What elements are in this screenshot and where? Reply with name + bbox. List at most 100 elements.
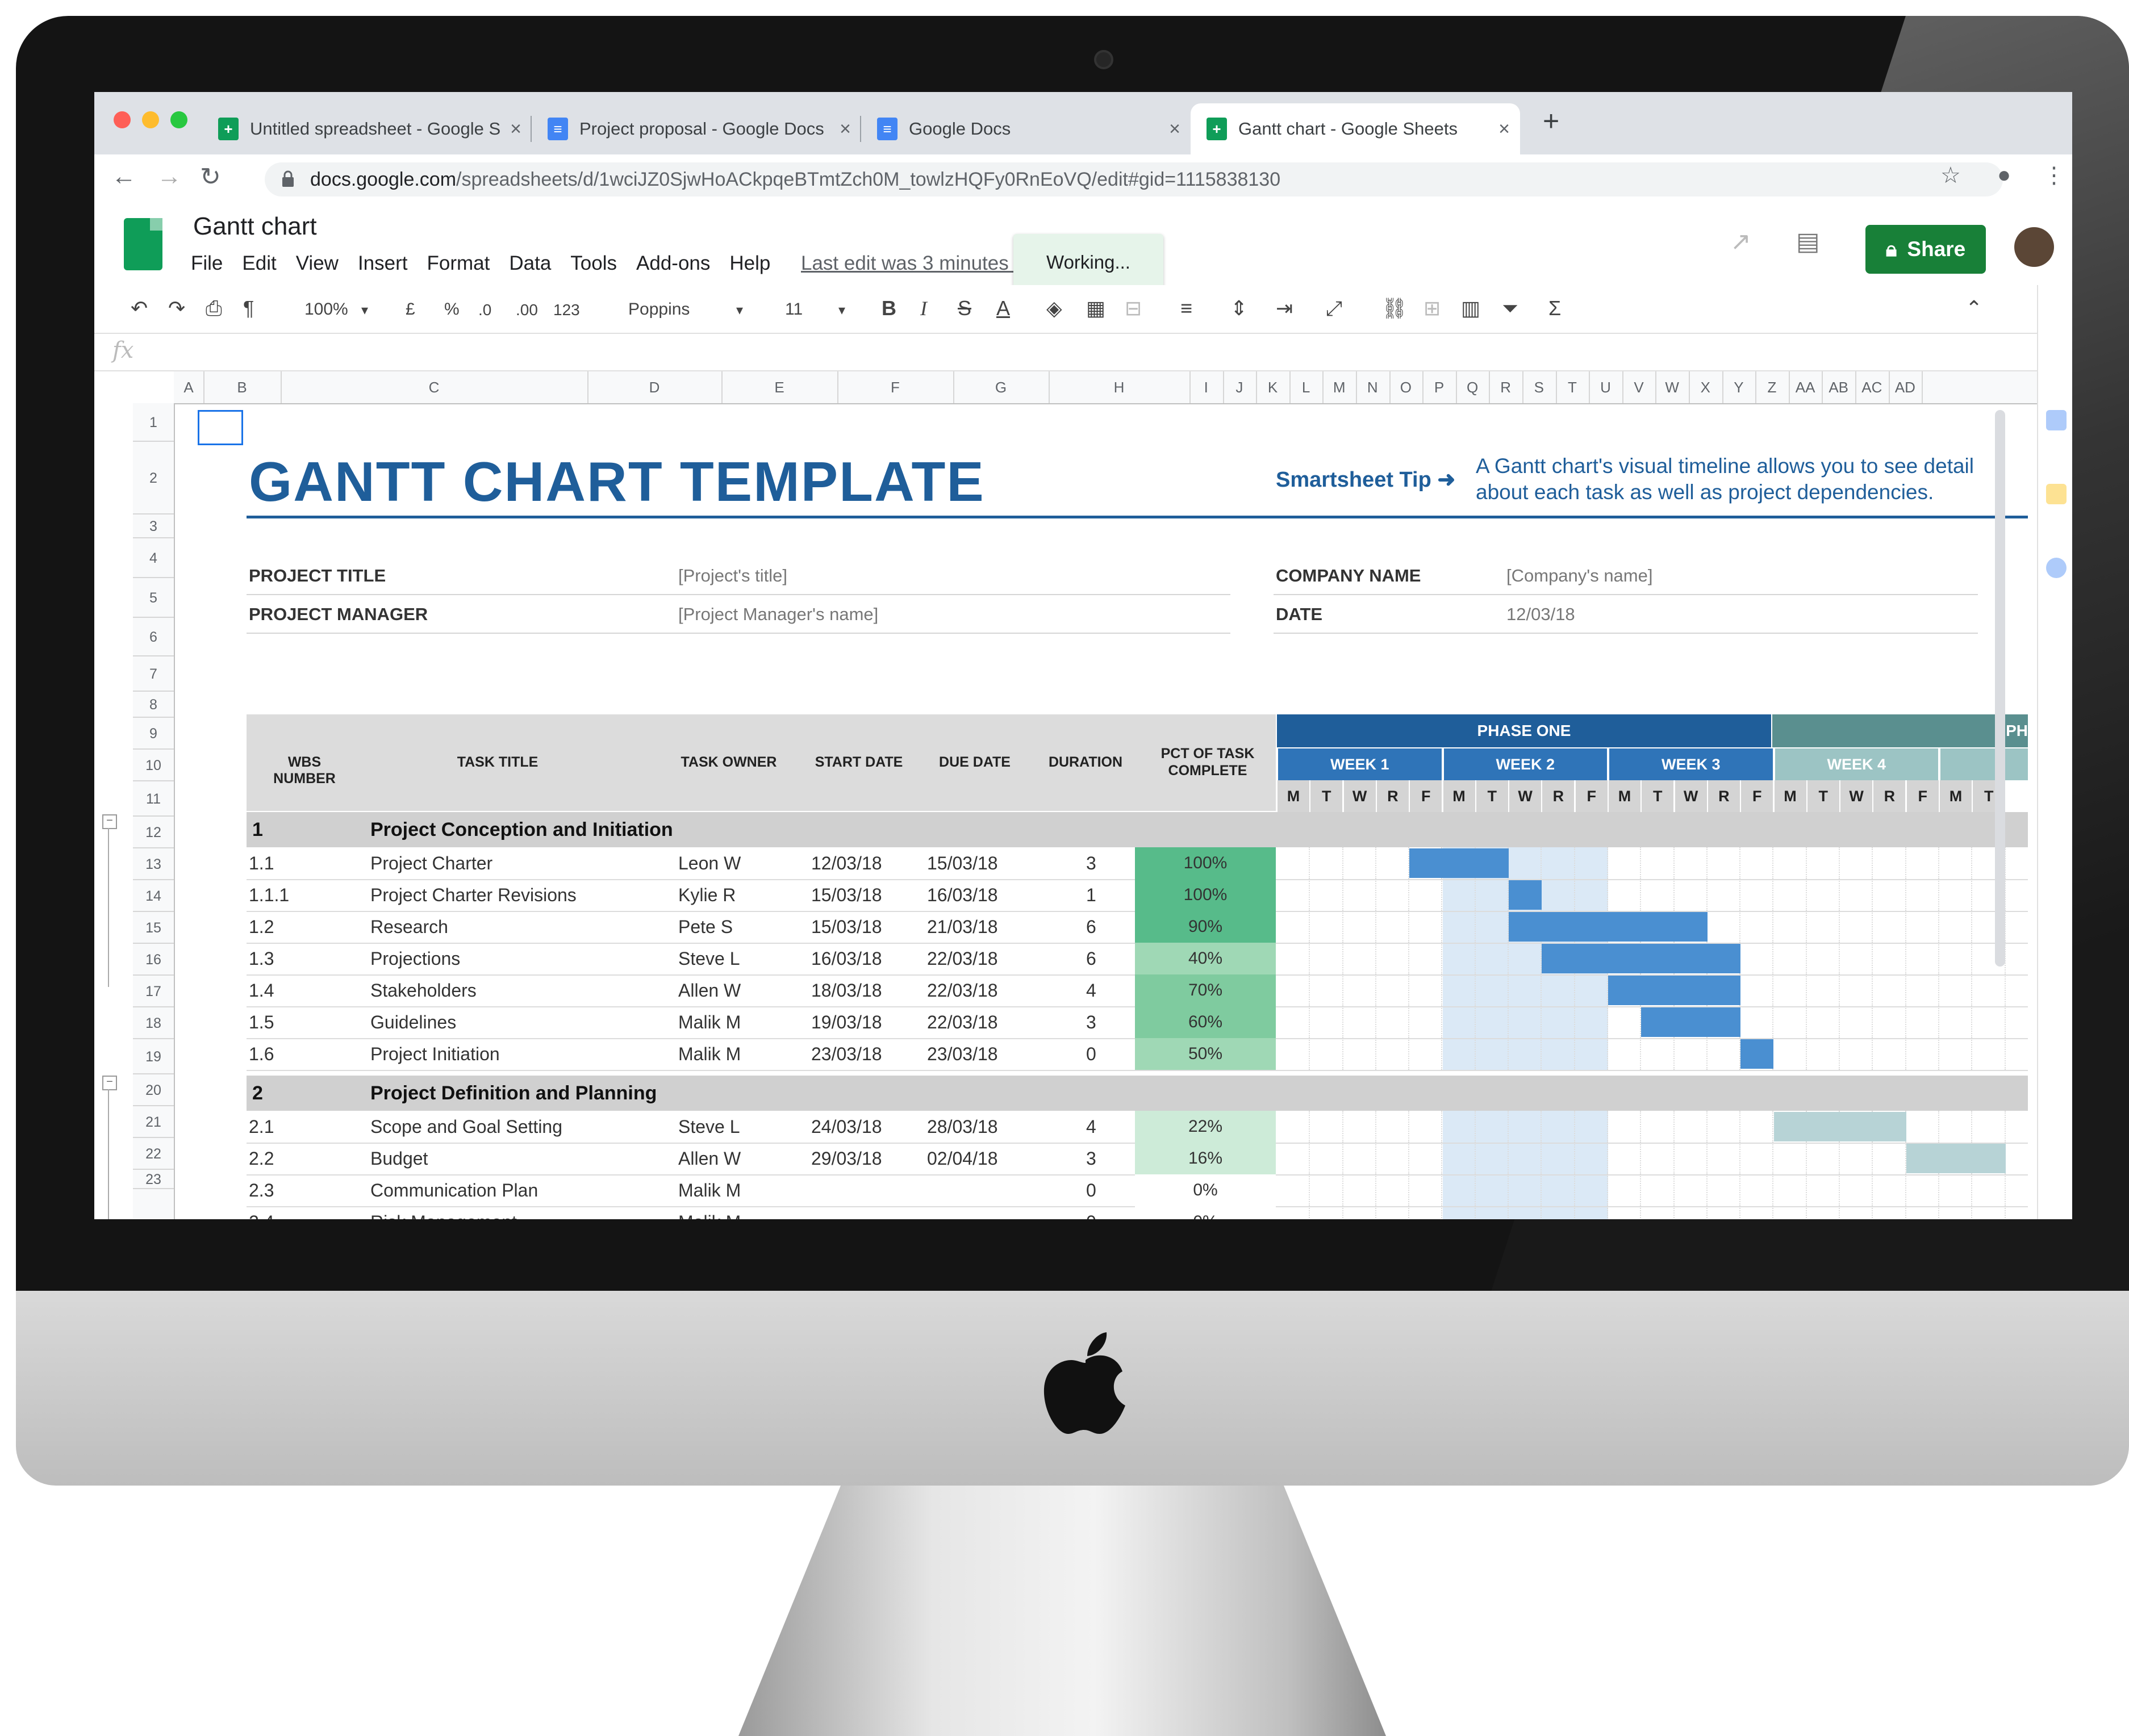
increase-decimal-button[interactable]: .00 bbox=[516, 301, 538, 319]
comments-icon[interactable]: ▤ bbox=[1796, 227, 1820, 256]
gantt-cell[interactable] bbox=[1641, 1206, 1675, 1219]
gantt-cell[interactable] bbox=[1376, 1206, 1410, 1219]
column-header[interactable]: P bbox=[1422, 371, 1457, 403]
due-date[interactable]: 02/04/18 bbox=[927, 1148, 998, 1169]
gantt-cell[interactable] bbox=[1277, 974, 1310, 1006]
gantt-cell[interactable] bbox=[1376, 1143, 1410, 1174]
row-header[interactable]: 19 bbox=[133, 1039, 174, 1074]
row-header[interactable]: 12 bbox=[133, 817, 174, 848]
duration[interactable]: 0 bbox=[1086, 1180, 1096, 1201]
menu-edit[interactable]: Edit bbox=[242, 252, 276, 275]
column-header[interactable]: W bbox=[1655, 371, 1690, 403]
section-number[interactable]: 1 bbox=[252, 819, 263, 841]
gantt-cell[interactable] bbox=[1310, 1206, 1343, 1219]
gantt-cell[interactable] bbox=[1740, 911, 1774, 943]
gantt-cell[interactable] bbox=[1575, 1111, 1608, 1143]
gantt-cell[interactable] bbox=[1708, 1206, 1741, 1219]
gantt-cell[interactable] bbox=[1509, 943, 1542, 974]
column-header[interactable]: AC bbox=[1855, 371, 1890, 403]
close-tab-icon[interactable]: × bbox=[840, 118, 851, 140]
gantt-cell[interactable] bbox=[1542, 1174, 1575, 1206]
gantt-cell[interactable] bbox=[1774, 974, 1807, 1006]
gantt-cell[interactable] bbox=[1608, 847, 1642, 879]
task-owner[interactable]: Malik M bbox=[678, 1212, 741, 1219]
gantt-cell[interactable] bbox=[1873, 1206, 1906, 1219]
paint-format-icon[interactable]: ¶ bbox=[243, 296, 254, 320]
gantt-cell[interactable] bbox=[1740, 1006, 1774, 1038]
gantt-cell[interactable] bbox=[1509, 1006, 1542, 1038]
gantt-cell[interactable] bbox=[1575, 1143, 1608, 1174]
gantt-cell[interactable] bbox=[1740, 879, 1774, 911]
row-header[interactable]: 5 bbox=[133, 578, 174, 618]
insert-comment-icon[interactable]: ⊞ bbox=[1423, 296, 1441, 320]
gantt-cell[interactable] bbox=[1409, 879, 1443, 911]
gantt-cell[interactable] bbox=[1740, 974, 1774, 1006]
gantt-cell[interactable] bbox=[1343, 879, 1376, 911]
gantt-cell[interactable] bbox=[1939, 911, 1973, 943]
font-select[interactable]: Poppins bbox=[628, 300, 690, 319]
last-edit-link[interactable]: Last edit was 3 minutes a bbox=[801, 252, 1025, 275]
gantt-cell[interactable] bbox=[1807, 1038, 1840, 1070]
row-header[interactable]: 8 bbox=[133, 692, 174, 718]
gantt-cell[interactable] bbox=[1542, 974, 1575, 1006]
menu-view[interactable]: View bbox=[296, 252, 339, 275]
browser-tab-active[interactable]: + Gantt chart - Google Sheets × bbox=[1191, 103, 1520, 154]
column-header[interactable]: AA bbox=[1789, 371, 1823, 403]
gantt-cell[interactable] bbox=[1840, 879, 1873, 911]
gantt-cell[interactable] bbox=[1509, 1038, 1542, 1070]
gantt-cell[interactable] bbox=[1476, 911, 1509, 943]
task-title[interactable]: Communication Plan bbox=[370, 1180, 538, 1201]
row-header[interactable]: 9 bbox=[133, 718, 174, 750]
gantt-cell[interactable] bbox=[1343, 1143, 1376, 1174]
gantt-cell[interactable] bbox=[1740, 1111, 1774, 1143]
fill-color-icon[interactable]: ◈ bbox=[1046, 296, 1062, 320]
gantt-cell[interactable] bbox=[1443, 974, 1476, 1006]
gantt-cell[interactable] bbox=[1906, 1006, 1939, 1038]
gantt-cell[interactable] bbox=[1443, 1111, 1476, 1143]
column-header[interactable]: B bbox=[203, 371, 282, 403]
gantt-cell[interactable] bbox=[1873, 911, 1906, 943]
gantt-cell[interactable] bbox=[1443, 1174, 1476, 1206]
gantt-cell[interactable] bbox=[1840, 1143, 1873, 1174]
gantt-cell[interactable] bbox=[1575, 879, 1608, 911]
row-header[interactable]: 13 bbox=[133, 848, 174, 880]
gantt-cell[interactable] bbox=[1675, 1143, 1708, 1174]
column-header[interactable]: O bbox=[1389, 371, 1424, 403]
gantt-cell[interactable] bbox=[1608, 879, 1642, 911]
gantt-cell[interactable] bbox=[1443, 911, 1476, 943]
gantt-cell[interactable] bbox=[1443, 879, 1476, 911]
due-date[interactable]: 22/03/18 bbox=[927, 948, 998, 969]
gantt-cell[interactable] bbox=[1310, 974, 1343, 1006]
share-button[interactable]: 🔒︎ Share bbox=[1865, 225, 1986, 274]
gantt-cell[interactable] bbox=[1310, 911, 1343, 943]
column-header[interactable]: I bbox=[1189, 371, 1224, 403]
gantt-cell[interactable] bbox=[1310, 1111, 1343, 1143]
gantt-cell[interactable] bbox=[1708, 879, 1741, 911]
gantt-cell[interactable] bbox=[1675, 1111, 1708, 1143]
gantt-cell[interactable] bbox=[1906, 1206, 1939, 1219]
gantt-cell[interactable] bbox=[1740, 1206, 1774, 1219]
row-header[interactable]: 2 bbox=[133, 442, 174, 514]
due-date[interactable]: 16/03/18 bbox=[927, 885, 998, 906]
gantt-cell[interactable] bbox=[1708, 911, 1741, 943]
menu-help[interactable]: Help bbox=[729, 252, 770, 275]
row-header[interactable]: 1 bbox=[133, 403, 174, 442]
column-header[interactable]: E bbox=[721, 371, 838, 403]
task-owner[interactable]: Malik M bbox=[678, 1012, 741, 1033]
zoom-window-button[interactable] bbox=[170, 111, 187, 128]
gantt-cell[interactable] bbox=[1906, 1038, 1939, 1070]
row-header[interactable]: 6 bbox=[133, 618, 174, 656]
gantt-cell[interactable] bbox=[1509, 847, 1542, 879]
gantt-cell[interactable] bbox=[1376, 1006, 1410, 1038]
gantt-cell[interactable] bbox=[1443, 943, 1476, 974]
task-title[interactable]: Project Charter Revisions bbox=[370, 885, 577, 906]
column-header[interactable]: C bbox=[281, 371, 588, 403]
wbs-number[interactable]: 1.4 bbox=[249, 980, 274, 1001]
pct-complete[interactable]: 22% bbox=[1135, 1111, 1276, 1143]
profile-icon[interactable]: ● bbox=[1997, 162, 2011, 188]
gantt-cell[interactable] bbox=[1343, 911, 1376, 943]
gantt-bar[interactable] bbox=[1542, 944, 1741, 973]
gantt-cell[interactable] bbox=[1376, 943, 1410, 974]
due-date[interactable]: 23/03/18 bbox=[927, 1044, 998, 1065]
reload-icon[interactable]: ↻ bbox=[200, 162, 221, 191]
